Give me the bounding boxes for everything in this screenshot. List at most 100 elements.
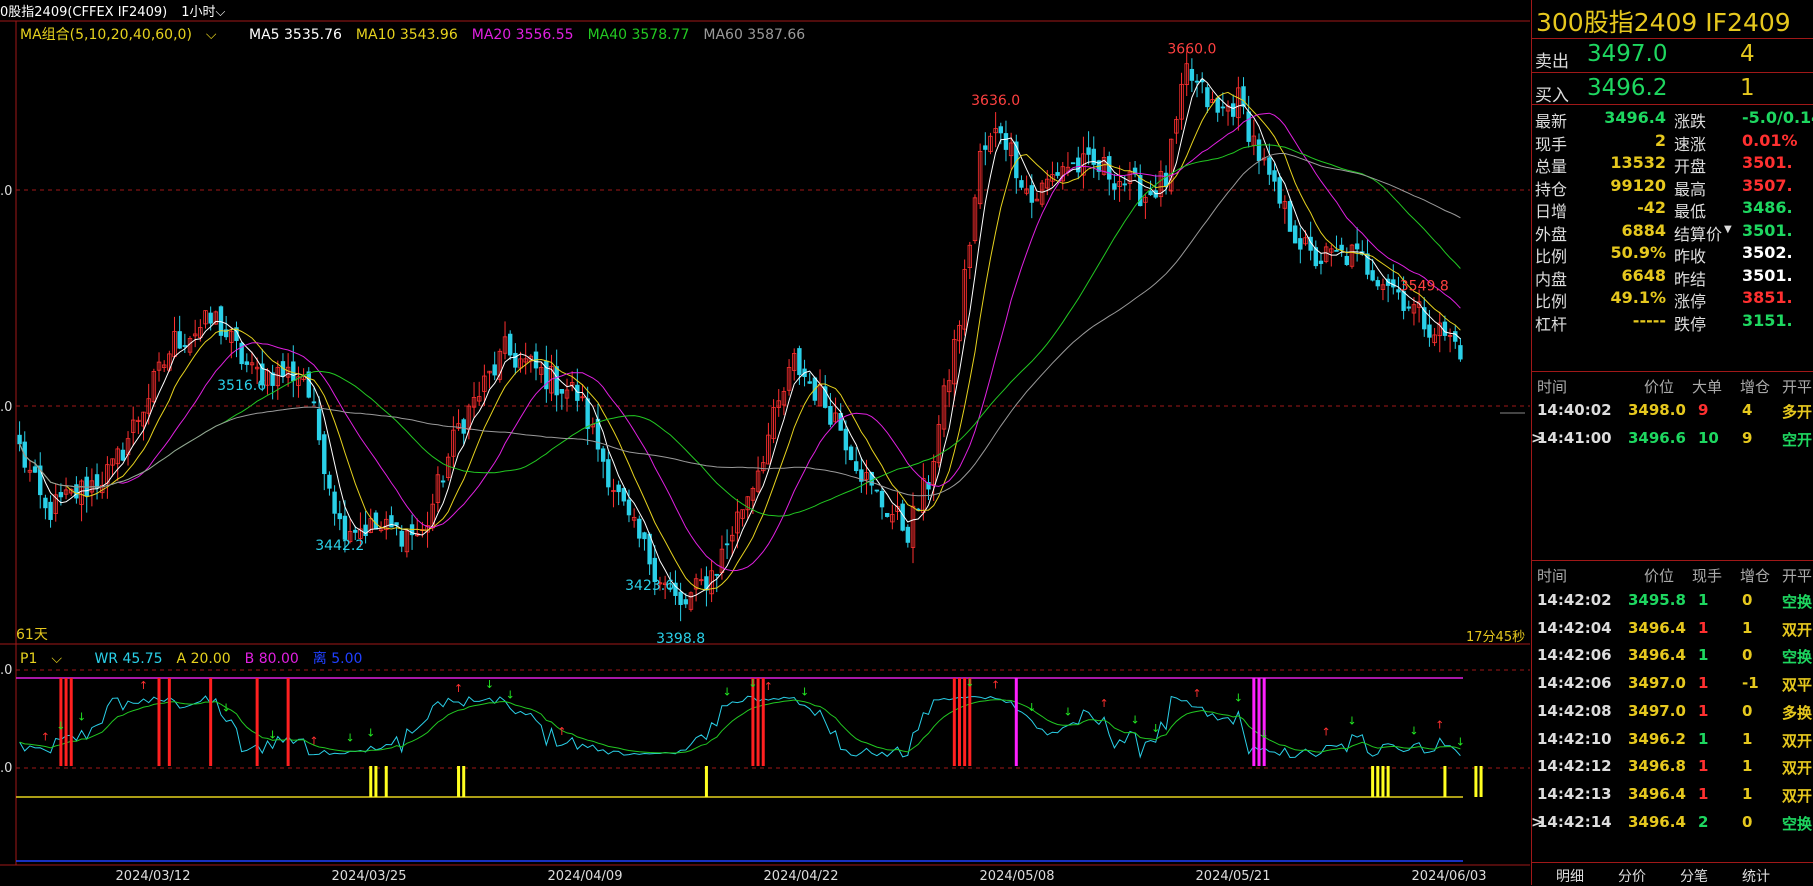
- tick-cell: 14:42:08: [1537, 701, 1612, 720]
- arrow-down-icon: ↓: [1234, 692, 1243, 705]
- ma-legend-item: MA10 3543.96: [355, 27, 458, 43]
- column-header: 时间: [1537, 567, 1568, 585]
- stat-label: 跌停: [1674, 314, 1707, 334]
- ma-line: [19, 91, 1461, 591]
- column-header: 时间: [1537, 378, 1568, 396]
- arrow-down-icon: ↓: [1130, 713, 1139, 726]
- signal-bar: [751, 678, 755, 766]
- tick-cell: 3498.0: [1628, 401, 1686, 419]
- candle-body: [600, 448, 606, 462]
- column-header: 价位: [1644, 567, 1675, 585]
- tick-cell: 14:42:14: [1537, 812, 1612, 831]
- indicator-legend-item: B 80.00: [244, 651, 299, 667]
- signal-bar: [952, 678, 956, 766]
- candle-body: [1241, 86, 1246, 107]
- tick-cell: 双平: [1782, 676, 1813, 695]
- price-annotation: 3442.2: [315, 538, 364, 554]
- tick-cell: 双开: [1782, 759, 1813, 778]
- candle-body: [1086, 147, 1091, 155]
- kline-chart[interactable]: .0 .0 .0 .0 3549.8 3442.2 3423.6 3398.8 3636.0 36…: [0, 0, 1530, 885]
- stat-row: 杠杆 ----- 跌停 3151.: [1532, 308, 1813, 334]
- countdown-label: 17分45秒: [1466, 630, 1526, 645]
- candle-body: [1458, 345, 1463, 360]
- candle-body: [244, 361, 250, 365]
- panel-tab[interactable]: 分价: [1618, 866, 1646, 886]
- period-selector[interactable]: 1小时⌵: [181, 5, 225, 20]
- signal-bar: [1381, 766, 1385, 797]
- stat-value: 6648: [1621, 265, 1666, 285]
- signal-bar: [209, 678, 213, 766]
- candle-body: [394, 522, 399, 526]
- signal-bar: [1474, 766, 1478, 797]
- instrument-name: 0股指2409(CFFEX IF2409): [0, 5, 168, 20]
- signal-bar: [462, 766, 466, 797]
- caret-down-icon[interactable]: ▼: [1724, 224, 1732, 235]
- stat-value: 3851.: [1742, 288, 1793, 307]
- candle-body: [399, 530, 404, 547]
- candle-body: [316, 408, 322, 441]
- candle-body: [616, 484, 621, 493]
- candle-body: [1112, 183, 1117, 190]
- candle-body: [983, 145, 988, 150]
- tick-cell: 9: [1742, 429, 1753, 447]
- arrow-up-icon: ↑: [1435, 718, 1444, 731]
- candle-body: [1220, 106, 1226, 109]
- panel-tab[interactable]: 明细: [1556, 866, 1584, 886]
- bid-price: 3496.2: [1587, 75, 1668, 101]
- panel-tab[interactable]: 统计: [1742, 866, 1770, 886]
- tick-cell: 3496.4: [1628, 646, 1686, 665]
- candle-body: [1256, 139, 1262, 162]
- tick-cell: 10: [1698, 429, 1719, 447]
- arrow-down-icon: ↓: [485, 678, 494, 691]
- stat-label: 杠杆: [1535, 314, 1568, 334]
- tick-row: 14:42:08 3497.0 1 0 多换: [1532, 698, 1813, 726]
- candle-body: [797, 348, 802, 376]
- candle-body: [182, 345, 188, 347]
- price-annotation: 3398.8: [656, 631, 705, 647]
- candle-body: [306, 371, 311, 398]
- stats-block: 最新3496.4涨跌-5.0/0.14%现手2速涨0.01%总量13532开盘3…: [1532, 104, 1813, 334]
- indicator-selector[interactable]: P1 ⌵: [20, 651, 76, 667]
- tick-cell: 0: [1742, 701, 1753, 720]
- instrument-title: 0股指2409(CFFEX IF2409) 1小时⌵: [0, 1, 225, 20]
- stat-value: 49.1%: [1610, 288, 1666, 307]
- chevron-down-icon: ⌵: [215, 5, 226, 20]
- arrow-up-icon: ↑: [764, 680, 773, 693]
- candle-body: [1344, 255, 1350, 266]
- x-tick-label: 2024/04/09: [548, 869, 623, 884]
- x-tick-label: 2024/03/25: [332, 869, 407, 884]
- candle-body: [724, 543, 730, 546]
- arrow-up-icon: ↑: [309, 735, 318, 748]
- arrow-down-icon: ↓: [722, 686, 731, 699]
- bid-row: 买入 3496.2 1: [1532, 72, 1813, 106]
- ma-group-selector[interactable]: MA组合(5,10,20,40,60,0) ⌵: [20, 27, 231, 43]
- signal-bar: [1252, 678, 1256, 766]
- ma-legend-item: MA20 3556.55: [471, 27, 574, 43]
- candle-body: [1189, 68, 1195, 81]
- quote-panel: 300股指2409 IF2409 卖出 3497.0 4 买入 3496.2 1…: [1531, 0, 1813, 885]
- x-tick-label: 2024/03/12: [116, 869, 191, 884]
- candle-body: [1070, 162, 1076, 165]
- arrow-down-icon: ↓: [800, 685, 809, 698]
- candle-body: [327, 474, 332, 489]
- tick-cell: 多换: [1782, 703, 1813, 722]
- price-annotation: 3549.8: [1400, 278, 1449, 294]
- signal-bar: [1262, 678, 1266, 766]
- price-annotation: 3660.0: [1167, 42, 1216, 58]
- candle-body: [637, 518, 642, 539]
- tick-cell: 多开: [1782, 403, 1813, 421]
- arrow-down-icon: ↓: [56, 720, 65, 733]
- candle-body: [1003, 133, 1009, 150]
- panel-tab[interactable]: 分笔: [1680, 866, 1708, 886]
- arrow-down-icon: ↓: [366, 726, 375, 739]
- tick-cell: 14:42:02: [1537, 591, 1612, 609]
- signal-bar: [255, 678, 259, 766]
- tick-row: 14:42:04 3496.4 1 1 双开: [1532, 615, 1813, 643]
- arrow-down-icon: ↓: [1347, 715, 1356, 728]
- arrow-up-icon: ↑: [991, 679, 1000, 692]
- candle-body: [461, 419, 466, 434]
- indicator-legend-item: A 20.00: [176, 651, 231, 667]
- candle-body: [843, 428, 849, 451]
- bid-label: 买入: [1535, 86, 1569, 106]
- stat-value: 0.01%: [1742, 130, 1798, 150]
